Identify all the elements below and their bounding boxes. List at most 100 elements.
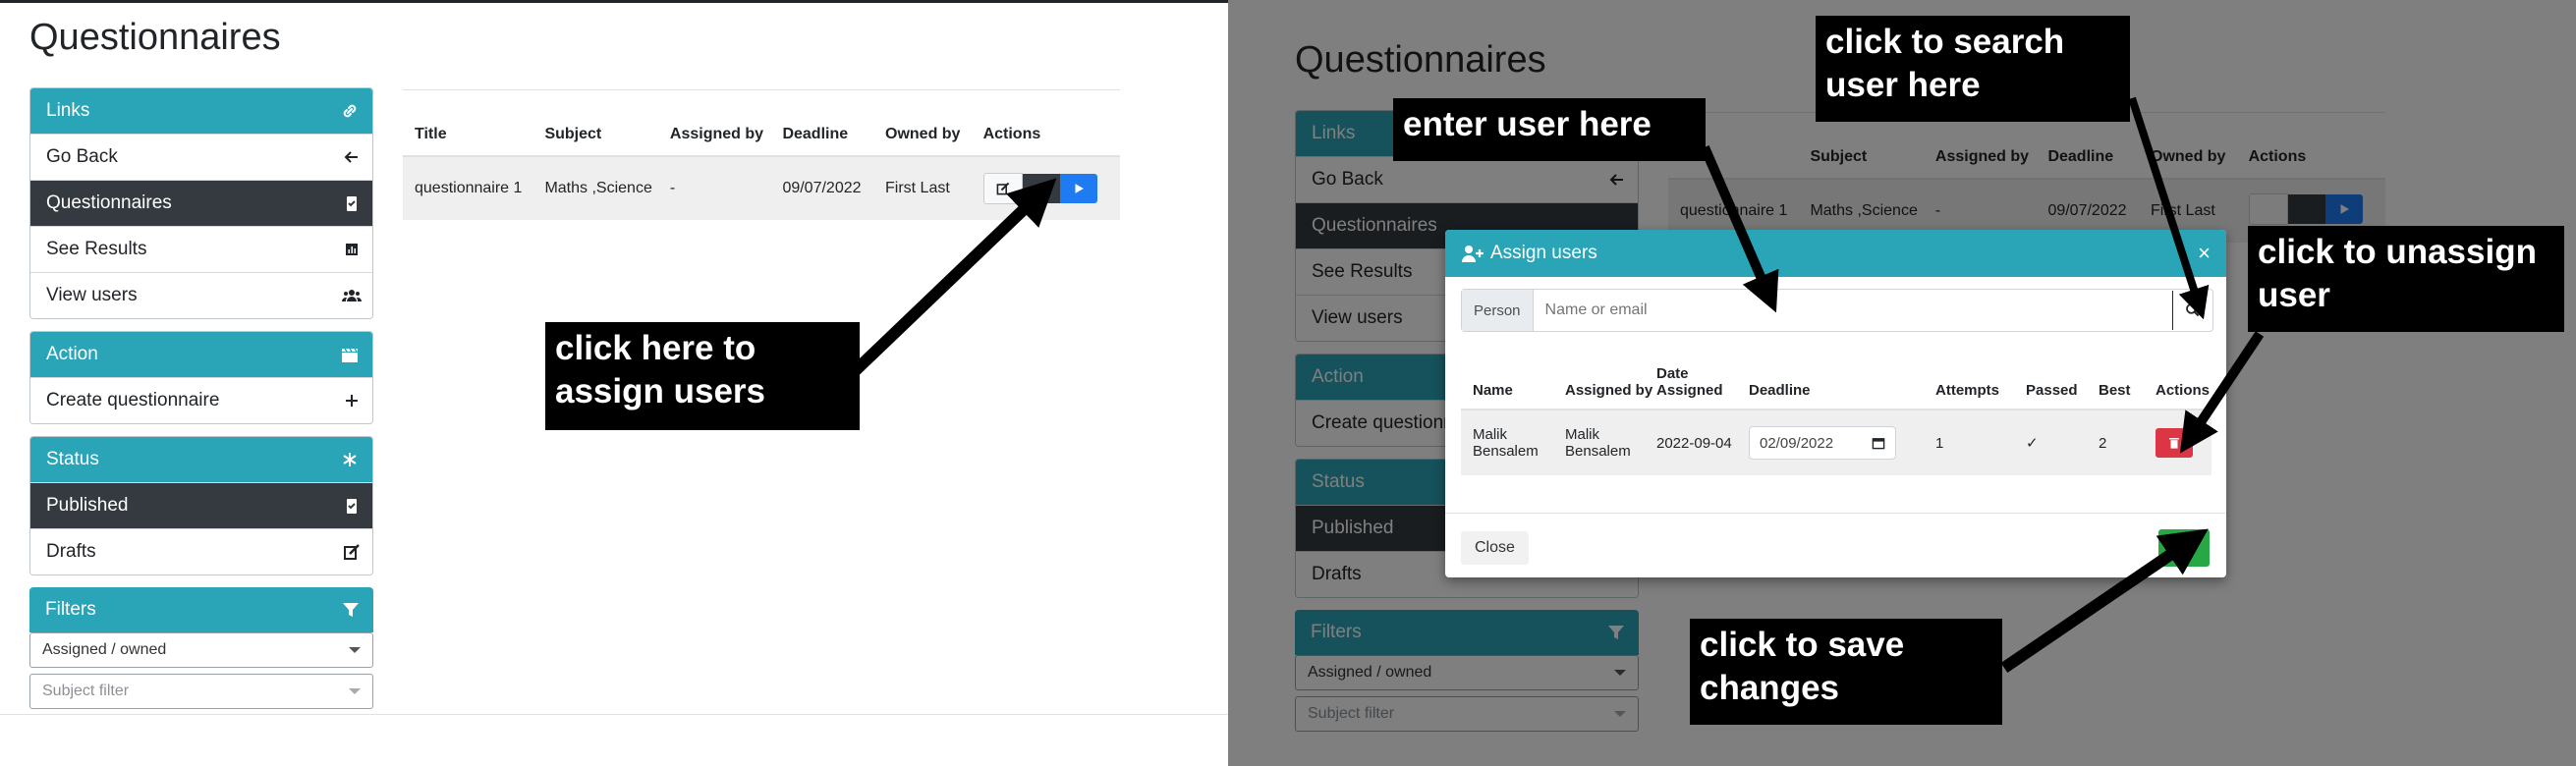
deadline-date-input[interactable]: 02/09/2022 [1749,426,1896,460]
deadline-value: 02/09/2022 [1760,434,1834,452]
cell-title: questionnaire 1 [415,180,523,196]
sidebar-item-label: Questionnaires [46,192,172,213]
search-user-button[interactable] [2172,291,2212,330]
modal-title-wrap: Assign users [1461,243,1597,264]
sidebar-item-drafts[interactable]: Drafts [30,528,372,574]
sidebar: Links Go Back Questionnaires See Results… [29,87,373,721]
col-deadline: Deadline [782,126,849,142]
user-plus-icon [1462,246,1484,262]
modal-footer: Close [1445,513,2226,577]
table-row: Malik Bensalem Malik Bensalem 2022-09-04… [1461,410,2212,475]
callout-search-user: click to search user here [1816,16,2130,122]
sidebar-item-see-results[interactable]: See Results [30,226,372,272]
sidebar-item-label: Published [46,495,129,516]
cell-deadline: 09/07/2022 [782,180,862,196]
action-header: Action [30,332,372,377]
modal-close-icon[interactable]: × [2198,243,2211,264]
col-assigned-by: Assigned by [669,126,764,142]
cell-date-assigned: 2022-09-04 [1656,434,1732,452]
cell-assigned-by: Malik Bensalem [1565,426,1631,460]
col-title: Title [415,126,447,142]
sidebar-item-label: See Results [46,239,147,259]
chevron-down-icon [349,688,361,694]
plus-icon [341,390,363,411]
sidebar-item-published[interactable]: Published [30,482,372,528]
col-attempts: Attempts [1935,382,2000,399]
col-best: Best [2099,382,2131,399]
links-header-label: Links [46,100,90,121]
cell-actions [982,173,1120,204]
questionnaires-table: Title Subject Assigned by Deadline Owned… [403,89,1120,220]
page-title: Questionnaires [29,17,281,58]
users-icon [341,285,363,306]
col-date-assigned: Date Assigned [1656,365,1723,399]
chevron-down-icon [349,647,361,653]
clipboard-icon [341,192,363,214]
subject-filter-placeholder: Subject filter [42,683,130,699]
cell-best: 2 [2099,434,2107,452]
sidebar-item-label: Drafts [46,541,96,562]
assign-users-modal: Assign users × Person Name Assigned by D… [1445,230,2226,577]
modal-header: Assign users × [1445,230,2226,277]
edit-icon [341,541,363,563]
footer-divider [0,714,1228,715]
clapperboard-icon [339,344,361,365]
assigned-owned-select[interactable]: Assigned / owned [29,632,373,668]
links-header: Links [30,88,372,134]
col-deadline: Deadline [1749,382,1811,399]
assign-users-button[interactable] [1022,174,1060,203]
col-name: Name [1473,382,1513,399]
col-owned-by: Owned by [885,126,961,142]
clipboard-icon [341,495,363,517]
links-card: Links Go Back Questionnaires See Results… [29,87,373,319]
cell-actions [2156,428,2212,458]
cell-subject: Maths ,Science [544,180,652,196]
subject-filter-select[interactable]: Subject filter [29,674,373,709]
close-button[interactable]: Close [1461,531,1529,565]
person-label: Person [1462,290,1534,331]
cell-attempts: 1 [1935,434,1944,452]
modal-title: Assign users [1490,243,1597,263]
edit-icon [996,182,1009,195]
edit-button[interactable] [982,173,1023,204]
status-header-label: Status [46,449,99,469]
callout-unassign-user: click to unassign user [2248,226,2564,332]
callout-save-changes: click to save changes [1690,619,2002,725]
col-passed: Passed [2026,382,2078,399]
sidebar-item-label: Go Back [46,146,118,167]
sidebar-item-view-users[interactable]: View users [30,272,372,318]
calendar-icon [1872,438,1885,450]
filters-card: Filters Assigned / owned Subject filter [29,587,373,709]
search-icon [2186,303,2200,317]
action-card: Action Create questionnaire [29,331,373,424]
assigned-owned-value: Assigned / owned [42,641,167,658]
person-search-group: Person [1461,289,2213,332]
person-search-input[interactable] [1533,301,2172,320]
cell-owned-by: First Last [885,180,950,196]
play-button[interactable] [1059,174,1097,203]
save-button[interactable] [2158,529,2210,567]
sidebar-item-label: Create questionnaire [46,390,220,410]
action-header-label: Action [46,344,98,364]
modal-table-header-row: Name Assigned by Date Assigned Deadline … [1461,346,2212,410]
chart-icon [341,239,363,260]
cell-assigned-by: - [669,180,676,196]
cell-passed: ✓ [2026,435,2039,452]
link-icon [339,100,361,122]
sidebar-item-create-questionnaire[interactable]: Create questionnaire [30,377,372,423]
users-icon [1034,183,1048,194]
cell-deadline: 02/09/2022 [1749,426,1935,460]
col-actions: Actions [982,126,1041,142]
asterisk-icon [339,449,361,470]
col-actions: Actions [2156,382,2211,399]
cell-name: Malik Bensalem [1473,426,1539,460]
callout-enter-user: enter user here [1393,98,1706,161]
filter-icon [340,599,362,621]
unassign-button[interactable] [2156,428,2193,458]
trash-icon [2169,438,2179,449]
table-row: questionnaire 1 Maths ,Science - 09/07/2… [403,157,1120,220]
status-card: Status Published Drafts [29,436,373,575]
sidebar-item-questionnaires[interactable]: Questionnaires [30,180,372,226]
sidebar-item-label: View users [46,285,138,305]
sidebar-item-go-back[interactable]: Go Back [30,134,372,180]
